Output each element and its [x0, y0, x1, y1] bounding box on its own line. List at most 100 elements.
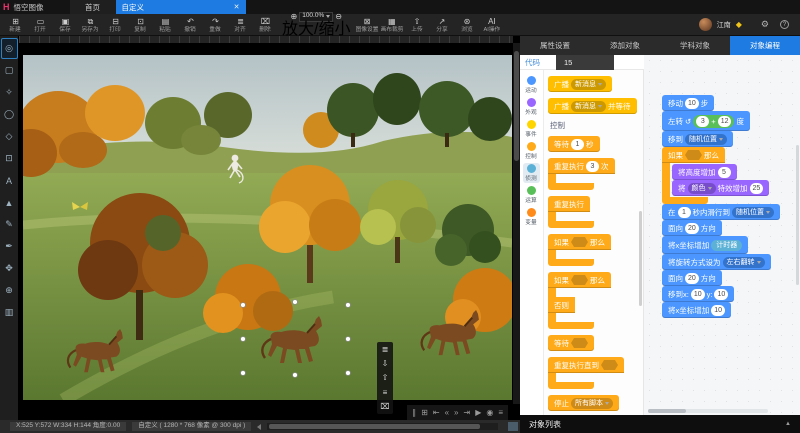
canvas-area[interactable]: ≣ ⇩ ⇧ ≡ ⌧ ∥ ⊞ ⇤ « » ⇥ ▶ ◉ ≡ [19, 36, 520, 420]
delete-button[interactable]: ⌧删除 [253, 17, 278, 33]
bring-to-front-icon[interactable]: ≣ [382, 345, 389, 354]
condition-slot[interactable] [571, 237, 588, 247]
avatar[interactable] [699, 18, 712, 31]
save-button[interactable]: ▣保存 [53, 17, 78, 33]
record-icon[interactable]: ◉ [486, 408, 493, 417]
menu-icon[interactable]: ≡ [498, 408, 503, 417]
number-input[interactable]: 20 [685, 223, 699, 234]
zoom-in-icon[interactable]: ⊕ [291, 13, 298, 21]
rotation-dropdown[interactable]: 左右翻转 [723, 257, 765, 268]
stamp-tool[interactable]: ⊕ [1, 280, 18, 301]
palette-block-forever[interactable]: 重复执行 [548, 196, 594, 228]
save-as-button[interactable]: ⧉另存为 [78, 17, 103, 33]
share-button[interactable]: ↗分享 [429, 17, 454, 33]
block-rotation-style[interactable]: 将旋转方式设为 左右翻转 [662, 254, 771, 270]
paste-button[interactable]: ▤粘贴 [153, 17, 178, 33]
category-control[interactable]: 控制 [523, 141, 539, 161]
block-color-effect[interactable]: 将 颜色 特效增加 25 [672, 180, 769, 196]
redo-button[interactable]: ↷重做 [203, 17, 228, 33]
palette-block-repeat[interactable]: 重复执行3次 [548, 158, 615, 190]
condition-slot[interactable] [601, 360, 618, 370]
tab-home[interactable]: 首页 [70, 0, 116, 14]
tab-property-settings[interactable]: 属性设置 [520, 36, 590, 55]
text-tool[interactable]: A [1, 170, 18, 191]
number-input[interactable]: 20 [685, 273, 699, 284]
collapse-icon[interactable]: ▲ [785, 421, 791, 427]
tab-close-icon[interactable]: ✕ [234, 3, 240, 11]
move-down-layer-icon[interactable]: ⇩ [382, 359, 389, 368]
category-variables[interactable]: 变量 [523, 207, 539, 227]
number-input[interactable]: 3 [696, 116, 709, 127]
script-workspace[interactable]: 移动 10 步 左转 ↺ 3 + 12 度 移到 随机位置 [644, 55, 800, 415]
block-glide[interactable]: 在 1 秒内滑行到 随机位置 [662, 204, 780, 220]
number-input[interactable]: 1 [678, 207, 691, 218]
number-input[interactable]: 1 [571, 139, 584, 150]
position-dropdown[interactable]: 随机位置 [732, 207, 774, 218]
category-operators[interactable]: 运算 [523, 185, 539, 205]
zoom-value-dropdown[interactable]: 100.0% [299, 12, 333, 22]
palette-block-stop[interactable]: 停止 所有脚本 [548, 395, 619, 411]
magic-wand-tool[interactable]: ✧ [1, 82, 18, 103]
lasso-tool[interactable]: ◯ [1, 104, 18, 125]
number-input[interactable]: 5 [718, 167, 731, 178]
palette-block-repeat-until[interactable]: 重复执行直到 [548, 357, 624, 389]
number-input[interactable]: 10 [711, 305, 725, 316]
canvas-crop-button[interactable]: ▦画布裁剪 [379, 17, 404, 33]
zoom-out-icon[interactable]: ⊖ [335, 13, 342, 21]
trash-icon[interactable]: ⌧ [380, 402, 389, 411]
fill-tool[interactable]: ◇ [1, 126, 18, 147]
undo-button[interactable]: ↶撤销 [178, 17, 203, 33]
send-to-back-icon[interactable]: ≡ [383, 388, 388, 397]
palette-block-broadcast-wait[interactable]: 广播 新消息 并等待 [548, 98, 637, 114]
gear-icon[interactable]: ⚙ [761, 19, 769, 30]
block-point-direction[interactable]: 面向 20 方向 [662, 270, 722, 286]
play-icon[interactable]: ▶ [475, 408, 481, 417]
number-input[interactable]: 25 [750, 183, 764, 194]
broadcast-dropdown[interactable]: 新消息 [571, 79, 606, 90]
align-button[interactable]: ≣对齐 [228, 17, 253, 33]
copy-button[interactable]: ⊡复制 [128, 17, 153, 33]
tab-subject-object[interactable]: 学科对象 [660, 36, 730, 55]
palette-scrollbar[interactable] [639, 211, 642, 306]
timer-reporter[interactable]: 计时器 [711, 240, 742, 251]
scroll-left-icon[interactable] [257, 424, 261, 430]
browse-button[interactable]: ⊛浏览 [454, 17, 479, 33]
operator-add-block[interactable]: 3 + 12 [693, 115, 734, 128]
block-turn-left[interactable]: 左转 ↺ 3 + 12 度 [662, 111, 750, 131]
next-frame-icon[interactable]: » [454, 408, 458, 417]
canvas-horizontal-scrollbar[interactable] [267, 423, 498, 430]
pause-icon[interactable]: ∥ [412, 408, 416, 417]
last-frame-icon[interactable]: ⇥ [463, 408, 470, 417]
stop-dropdown[interactable]: 所有脚本 [571, 398, 613, 409]
effect-dropdown[interactable]: 颜色 [688, 183, 716, 194]
canvas-photo[interactable] [23, 55, 512, 400]
shape-tool[interactable]: ▲ [1, 192, 18, 213]
number-input[interactable]: 10 [685, 98, 699, 109]
pattern-tool[interactable]: ▥ [1, 302, 18, 323]
palette-block-wait-until[interactable]: 等待 [548, 335, 594, 351]
block-if[interactable]: 如果那么 将高度增加 5 将 颜色 特效增加 25 [662, 147, 769, 204]
block-change-x-timer[interactable]: 将x坐标增加 计时器 [662, 236, 748, 254]
tab-add-object[interactable]: 添加对象 [590, 36, 660, 55]
hand-tool[interactable]: ✥ [1, 258, 18, 279]
position-dropdown[interactable]: 随机位置 [685, 134, 727, 145]
palette-block-wait[interactable]: 等待 1 秒 [548, 136, 600, 152]
move-up-layer-icon[interactable]: ⇧ [382, 373, 389, 382]
condition-slot[interactable] [571, 275, 588, 285]
category-events[interactable]: 事件 [523, 119, 539, 139]
palette-block-if-else[interactable]: 如果那么 否则 [548, 272, 611, 329]
palette-block-if[interactable]: 如果那么 [548, 234, 611, 266]
block-move[interactable]: 移动 10 步 [662, 95, 714, 111]
palette-block-broadcast[interactable]: 广播 新消息 [548, 76, 612, 92]
number-input[interactable]: 10 [691, 289, 705, 300]
condition-slot[interactable] [571, 338, 588, 348]
help-icon[interactable]: ? [780, 20, 789, 29]
ai-actions-button[interactable]: AIAI操作 [479, 17, 504, 33]
prev-frame-icon[interactable]: « [445, 408, 449, 417]
brush-tool[interactable]: ✎ [1, 214, 18, 235]
print-button[interactable]: ⊟打印 [103, 17, 128, 33]
category-sensing[interactable]: 侦测 [523, 163, 539, 183]
script-vertical-scrollbar[interactable] [796, 145, 799, 285]
tab-object-programming[interactable]: 对象编程 [730, 36, 800, 55]
object-select-tool[interactable]: ◎ [1, 38, 18, 59]
